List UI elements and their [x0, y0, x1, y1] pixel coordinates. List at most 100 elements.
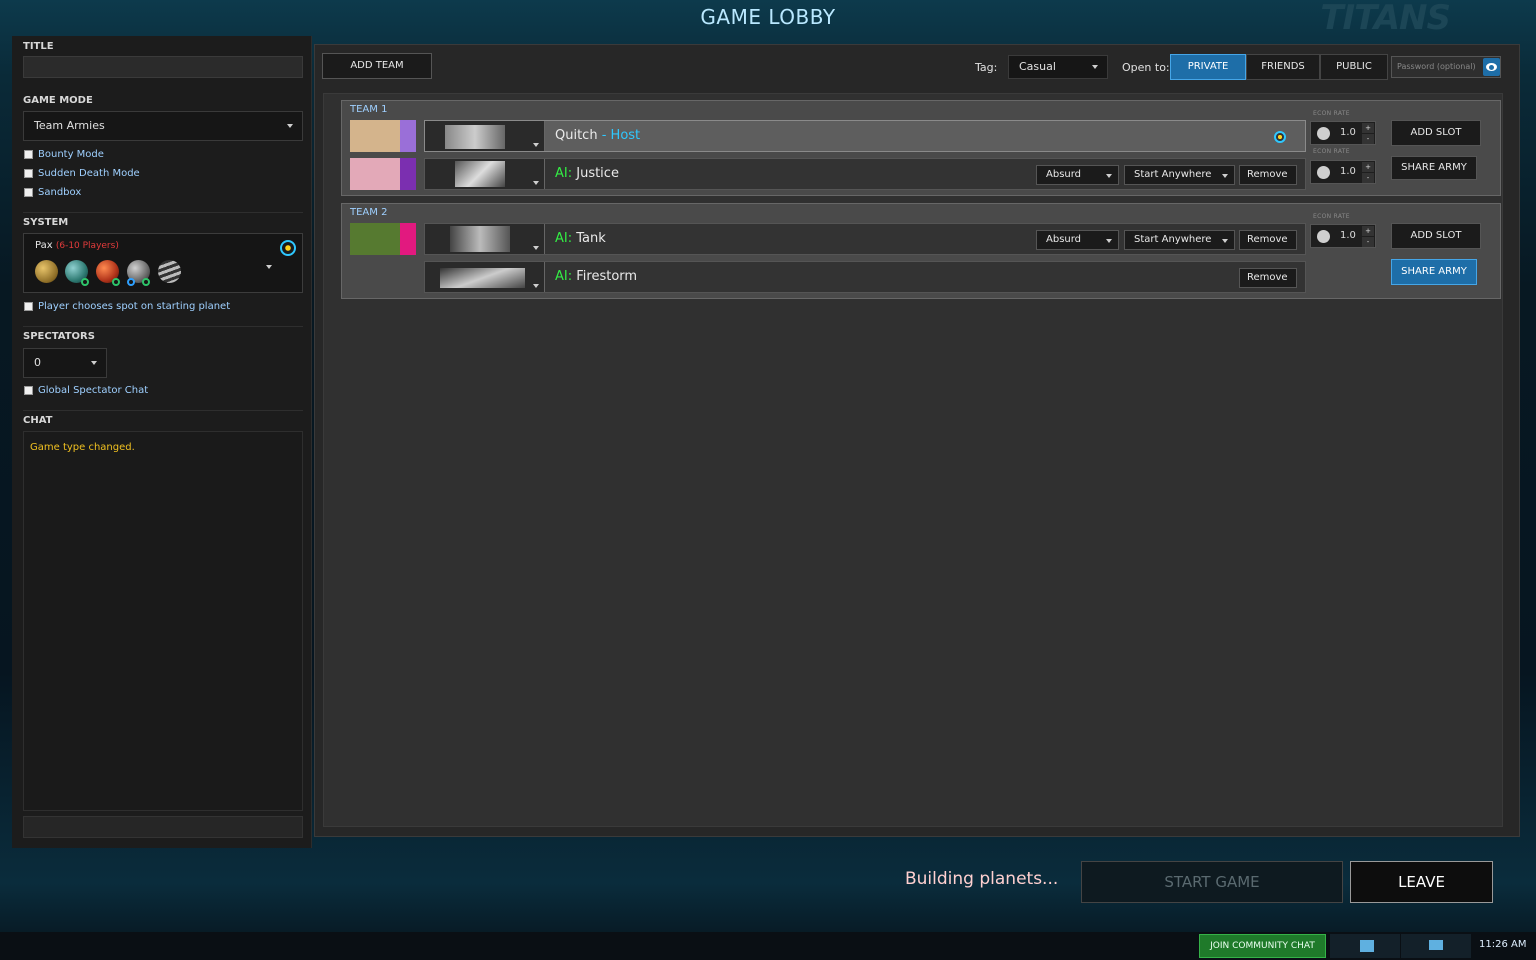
spawn-marker-icon	[142, 278, 150, 286]
slot-row: AI: Tank Absurd Start Anywhere Remove	[424, 223, 1306, 255]
commander-thumbnail[interactable]	[425, 224, 545, 254]
econ-rate-label: ECON RATE	[1313, 213, 1350, 220]
public-toggle[interactable]: PUBLIC	[1320, 54, 1388, 80]
leave-button[interactable]: LEAVE	[1350, 861, 1493, 903]
sudden-death-checkbox[interactable]: Sudden Death Mode	[23, 167, 140, 181]
add-slot-button[interactable]: ADD SLOT	[1391, 223, 1481, 249]
flag-icon	[1429, 940, 1443, 950]
system-players: (6-10 Players)	[55, 241, 119, 251]
econ-icon	[1317, 127, 1330, 140]
checkbox-icon[interactable]	[24, 302, 33, 311]
checkbox-icon[interactable]	[24, 386, 33, 395]
slot-row: AI: Firestorm Remove	[424, 261, 1306, 293]
tag-label: Tag:	[975, 61, 998, 74]
start-game-button[interactable]: START GAME	[1081, 861, 1343, 903]
commander-thumbnail[interactable]	[425, 121, 545, 151]
secondary-color-swatch[interactable]	[400, 158, 416, 190]
chat-message: Game type changed.	[30, 442, 135, 453]
spawn-marker-icon	[127, 278, 135, 286]
chevron-down-icon	[91, 361, 97, 365]
game-mode-select[interactable]: Team Armies	[23, 111, 303, 141]
share-army-button[interactable]: SHARE ARMY	[1391, 156, 1477, 180]
player-chooses-spot-checkbox[interactable]: Player chooses spot on starting planet	[23, 300, 230, 314]
checkbox-icon[interactable]	[24, 169, 33, 178]
chevron-down-icon	[533, 181, 539, 185]
econ-rate-label: ECON RATE	[1313, 148, 1350, 155]
remove-button[interactable]: Remove	[1239, 230, 1297, 250]
commander-thumbnail[interactable]	[425, 262, 545, 292]
commander-icon	[445, 125, 505, 149]
private-toggle[interactable]: PRIVATE	[1170, 54, 1246, 80]
divider	[23, 326, 303, 327]
commander-icon	[450, 226, 510, 252]
host-separator: -	[597, 128, 611, 143]
taskbar-slot[interactable]	[1330, 934, 1400, 958]
tag-select[interactable]: Casual	[1008, 55, 1108, 79]
slot-row-host: Quitch - Host	[424, 120, 1306, 152]
decrement-icon[interactable]: -	[1362, 134, 1374, 144]
checkbox-icon[interactable]	[24, 150, 33, 159]
econ-rate-stepper[interactable]: 1.0 + -	[1310, 160, 1376, 184]
share-army-button[interactable]: SHARE ARMY	[1391, 259, 1477, 285]
ai-tag: AI:	[555, 166, 573, 181]
eye-icon[interactable]	[1483, 58, 1500, 76]
ai-name: Firestorm	[572, 269, 638, 284]
decrement-icon[interactable]: -	[1362, 237, 1374, 247]
add-team-button[interactable]: ADD TEAM	[322, 53, 432, 79]
chevron-down-icon	[533, 284, 539, 288]
title-input[interactable]	[23, 56, 303, 78]
econ-rate-value: 1.0	[1340, 166, 1356, 177]
econ-rate-stepper[interactable]: 1.0 + -	[1310, 121, 1376, 145]
ai-difficulty-select[interactable]: Absurd	[1036, 165, 1119, 185]
chevron-down-icon	[1106, 239, 1112, 243]
sandbox-checkbox[interactable]: Sandbox	[23, 186, 81, 200]
checkbox-icon[interactable]	[24, 188, 33, 197]
join-community-chat-button[interactable]: JOIN COMMUNITY CHAT	[1199, 934, 1326, 958]
increment-icon[interactable]: +	[1362, 226, 1374, 236]
secondary-color-swatch[interactable]	[400, 223, 416, 255]
color-swatch[interactable]	[350, 223, 400, 255]
start-location-select[interactable]: Start Anywhere	[1124, 230, 1235, 250]
ai-difficulty-select[interactable]: Absurd	[1036, 230, 1119, 250]
global-spectator-chat-checkbox[interactable]: Global Spectator Chat	[23, 384, 148, 398]
title-bar: GAME LOBBY TITANS	[0, 0, 1536, 36]
color-swatch[interactable]	[350, 120, 400, 152]
remove-button[interactable]: Remove	[1239, 165, 1297, 185]
increment-icon[interactable]: +	[1362, 123, 1374, 133]
econ-rate-label: ECON RATE	[1313, 110, 1350, 117]
system-select[interactable]: Pax (6-10 Players)	[23, 233, 303, 293]
econ-icon	[1317, 166, 1330, 179]
planet-icon	[35, 260, 58, 283]
player-name: Quitch	[555, 128, 598, 143]
ready-icon	[1274, 131, 1286, 143]
decrement-icon[interactable]: -	[1362, 173, 1374, 183]
system-label: SYSTEM	[23, 217, 69, 228]
chevron-down-icon	[1092, 65, 1098, 69]
page-title: GAME LOBBY	[700, 5, 836, 29]
bounty-mode-label: Bounty Mode	[38, 149, 104, 160]
global-spectator-chat-label: Global Spectator Chat	[38, 385, 149, 396]
bounty-mode-checkbox[interactable]: Bounty Mode	[23, 148, 104, 162]
friends-toggle[interactable]: FRIENDS	[1246, 54, 1320, 80]
increment-icon[interactable]: +	[1362, 162, 1374, 172]
color-swatch[interactable]	[350, 158, 400, 190]
secondary-color-swatch[interactable]	[400, 120, 416, 152]
sun-icon	[280, 240, 296, 256]
econ-rate-stepper[interactable]: 1.0 + -	[1310, 224, 1376, 248]
start-location-select[interactable]: Start Anywhere	[1124, 165, 1235, 185]
spectators-value: 0	[34, 356, 41, 369]
add-slot-button[interactable]: ADD SLOT	[1391, 120, 1481, 146]
spectators-select[interactable]: 0	[23, 348, 107, 378]
chat-input[interactable]	[23, 816, 303, 838]
game-mode-value: Team Armies	[34, 119, 105, 132]
divider	[23, 410, 303, 411]
chevron-down-icon	[287, 124, 293, 128]
econ-rate-value: 1.0	[1340, 230, 1356, 241]
status-text: Building planets...	[905, 869, 1059, 889]
taskbar-slot[interactable]	[1401, 934, 1471, 958]
remove-button[interactable]: Remove	[1239, 268, 1297, 288]
chat-log[interactable]: Game type changed.	[23, 431, 303, 811]
game-mode-label: GAME MODE	[23, 95, 93, 106]
commander-thumbnail[interactable]	[425, 159, 545, 189]
settings-panel: TITLE GAME MODE Team Armies Bounty Mode …	[12, 36, 312, 848]
